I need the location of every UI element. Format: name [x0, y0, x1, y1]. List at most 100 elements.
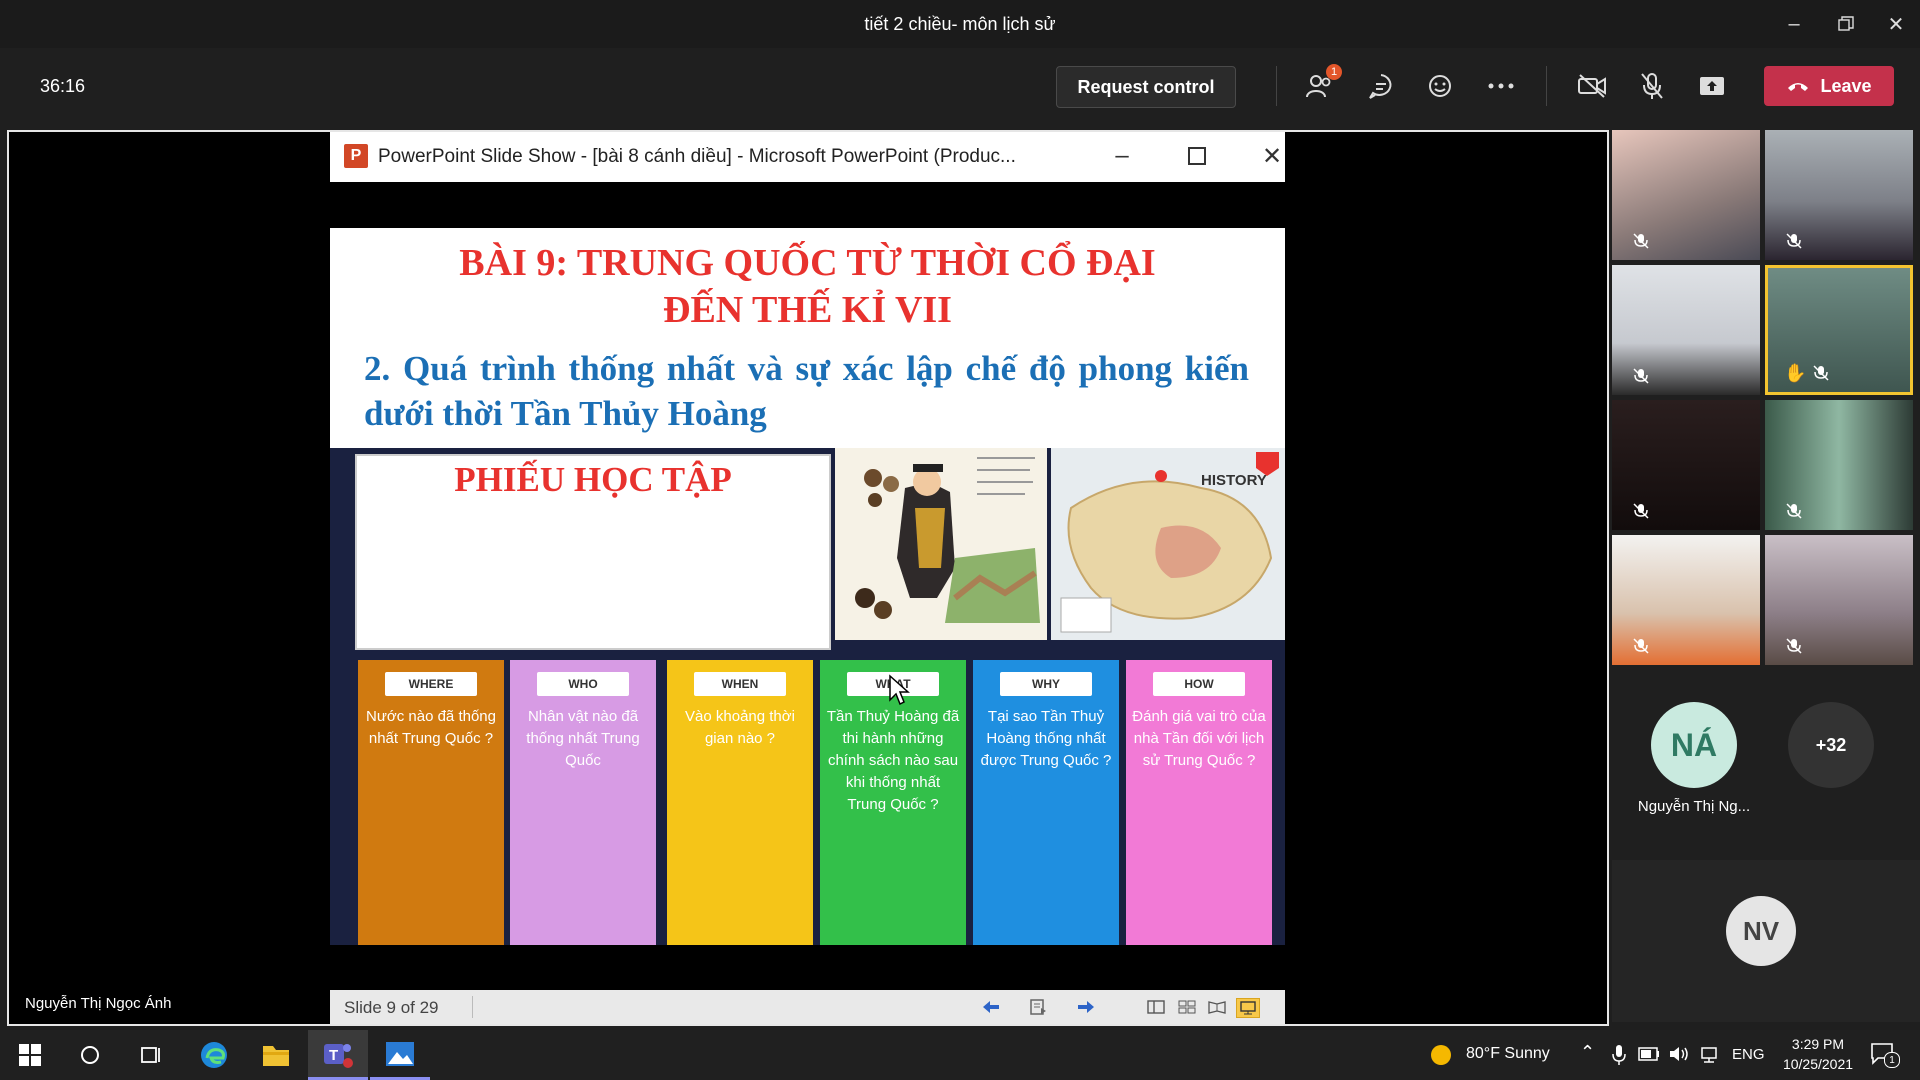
- slide-menu-icon[interactable]: [1027, 998, 1049, 1016]
- search-icon[interactable]: [60, 1030, 120, 1080]
- history-map-illustration: HISTORY: [1051, 448, 1285, 640]
- volume-icon[interactable]: [1668, 1045, 1690, 1068]
- self-avatar: NV: [1726, 896, 1796, 966]
- card-text: Nước nào đã thống nhất Trung Quốc ?: [366, 708, 496, 747]
- video-tile[interactable]: [1612, 400, 1760, 530]
- microphone-icon[interactable]: [1612, 1044, 1626, 1071]
- close-button[interactable]: ✕: [1876, 10, 1916, 38]
- teams-app-icon[interactable]: T: [308, 1030, 368, 1080]
- file-explorer-icon[interactable]: [246, 1030, 306, 1080]
- edge-browser-icon[interactable]: [184, 1030, 244, 1080]
- question-cards: WHERE Nước nào đã thống nhất Trung Quốc …: [358, 660, 1278, 945]
- request-control-button[interactable]: Request control: [1056, 66, 1236, 108]
- clock-time: 3:29 PM: [1791, 1036, 1845, 1052]
- minimize-button[interactable]: –: [1774, 10, 1814, 38]
- self-view-tile[interactable]: NV: [1612, 860, 1920, 1022]
- video-tile[interactable]: [1612, 265, 1760, 395]
- card-when[interactable]: WHEN Vào khoảng thời gian nào ?: [667, 660, 813, 945]
- mic-off-icon: [1813, 365, 1829, 381]
- card-how[interactable]: HOW Đánh giá vai trò của nhà Tần đối với…: [1126, 660, 1272, 945]
- next-slide-icon[interactable]: [1075, 998, 1097, 1016]
- participant-avatar[interactable]: NÁ: [1651, 702, 1737, 788]
- slide-counter: Slide 9 of 29: [344, 998, 439, 1017]
- mic-off-icon: [1633, 638, 1649, 654]
- video-tile[interactable]: [1765, 400, 1913, 530]
- mic-off-icon: [1786, 503, 1802, 519]
- mouse-cursor-icon: [889, 674, 910, 706]
- video-tile[interactable]: [1612, 130, 1760, 260]
- reactions-icon[interactable]: [1422, 68, 1458, 104]
- video-tile[interactable]: [1765, 130, 1913, 260]
- task-view-icon[interactable]: [120, 1030, 180, 1080]
- phone-hangup-icon: [1788, 83, 1809, 91]
- restore-button[interactable]: [1826, 10, 1866, 38]
- previous-slide-icon[interactable]: [980, 998, 1002, 1016]
- powerpoint-title: PowerPoint Slide Show - [bài 8 cánh diều…: [378, 146, 1016, 167]
- photos-app-icon[interactable]: [370, 1030, 430, 1080]
- svg-text:T: T: [329, 1047, 338, 1064]
- presenter-name: Nguyễn Thị Ngọc Ánh: [25, 995, 172, 1012]
- participants-badge: 1: [1326, 64, 1342, 80]
- reading-view-icon[interactable]: [1206, 998, 1228, 1016]
- chevron-up-icon[interactable]: ⌃: [1580, 1042, 1595, 1063]
- participants-icon[interactable]: 1: [1302, 64, 1342, 104]
- more-participants-button[interactable]: +32: [1788, 702, 1874, 788]
- mic-off-icon: [1633, 233, 1649, 249]
- slide-lower-section: PHIẾU HỌC TẬP HISTORY WHERE Nước nào đã …: [330, 448, 1285, 945]
- video-tile-active-speaker[interactable]: ✋: [1765, 265, 1913, 395]
- participant-name: Nguyễn Thị Ng...: [1637, 798, 1751, 815]
- more-options-icon[interactable]: [1483, 68, 1519, 104]
- normal-view-icon[interactable]: [1145, 998, 1167, 1016]
- battery-icon[interactable]: [1638, 1047, 1660, 1066]
- card-where[interactable]: WHERE Nước nào đã thống nhất Trung Quốc …: [358, 660, 504, 945]
- chat-icon[interactable]: [1363, 68, 1399, 104]
- card-why[interactable]: WHY Tại sao Tần Thuỷ Hoàng thống nhất đư…: [973, 660, 1119, 945]
- slide-title-line1: BÀI 9: TRUNG QUỐC TỪ THỜI CỔ ĐẠI: [459, 242, 1156, 284]
- card-label: WHEN: [694, 672, 786, 696]
- slideshow-statusbar: Slide 9 of 29: [330, 990, 1285, 1024]
- weather-text[interactable]: 80°F Sunny: [1466, 1045, 1550, 1063]
- mic-off-icon[interactable]: [1634, 68, 1670, 104]
- window-title: tiết 2 chiều- môn lịch sử: [864, 14, 1056, 34]
- slide-title-line2: ĐẾN THẾ KỈ VII: [663, 289, 952, 331]
- card-who[interactable]: WHO Nhân vật nào đã thống nhất Trung Quố…: [510, 660, 656, 945]
- language-indicator[interactable]: ENG: [1732, 1046, 1765, 1063]
- video-tile[interactable]: [1612, 535, 1760, 665]
- camera-off-icon[interactable]: [1574, 68, 1610, 104]
- card-label: HOW: [1153, 672, 1245, 696]
- mic-off-icon: [1633, 368, 1649, 384]
- network-icon[interactable]: [1700, 1046, 1720, 1069]
- mic-off-icon: [1786, 233, 1802, 249]
- leave-button[interactable]: Leave: [1764, 66, 1894, 106]
- pp-close-button[interactable]: ✕: [1252, 140, 1292, 172]
- slide-subtitle: 2. Quá trình thống nhất và sự xác lập ch…: [364, 349, 1249, 433]
- participant-gallery: ✋ NÁ Nguyễn Thị Ng... +32 NV: [1612, 130, 1920, 1022]
- card-text: Tần Thuỷ Hoàng đã thi hành những chính s…: [826, 708, 960, 813]
- mic-off-icon: [1633, 503, 1649, 519]
- clock[interactable]: 3:29 PM 10/25/2021: [1776, 1036, 1860, 1072]
- divider: [472, 996, 473, 1018]
- slide-sorter-icon[interactable]: [1176, 998, 1198, 1016]
- participant-avatars-row: NÁ Nguyễn Thị Ng... +32: [1612, 670, 1920, 820]
- start-icon[interactable]: [0, 1030, 60, 1080]
- share-screen-icon[interactable]: [1694, 68, 1730, 104]
- shared-screen-stage: P PowerPoint Slide Show - [bài 8 cánh di…: [7, 130, 1609, 1026]
- video-tile[interactable]: [1765, 535, 1913, 665]
- weather-icon[interactable]: [1430, 1044, 1452, 1071]
- notification-center-icon[interactable]: 1: [1870, 1042, 1900, 1071]
- powerpoint-logo-icon: P: [344, 144, 368, 168]
- meeting-toolbar: 36:16 Request control 1 Leave: [0, 48, 1920, 126]
- card-label: WHERE: [385, 672, 477, 696]
- mic-off-icon: [1786, 638, 1802, 654]
- worksheet-box: PHIẾU HỌC TẬP: [355, 454, 831, 650]
- windows-taskbar: T 80°F Sunny ⌃ ENG 3:29 PM 10/25/2021 1: [0, 1030, 1920, 1080]
- card-text: Nhân vật nào đã thống nhất Trung Quốc: [526, 708, 640, 769]
- history-label: HISTORY: [1201, 472, 1267, 489]
- pp-minimize-button[interactable]: –: [1102, 140, 1142, 172]
- slide-title: BÀI 9: TRUNG QUỐC TỪ THỜI CỔ ĐẠI ĐẾN THẾ…: [330, 240, 1285, 334]
- slideshow-view-icon[interactable]: [1236, 998, 1260, 1018]
- pp-maximize-button[interactable]: [1177, 140, 1217, 172]
- raised-hand-icon: ✋: [1784, 363, 1807, 383]
- card-label: WHO: [537, 672, 629, 696]
- clock-date: 10/25/2021: [1782, 1056, 1854, 1072]
